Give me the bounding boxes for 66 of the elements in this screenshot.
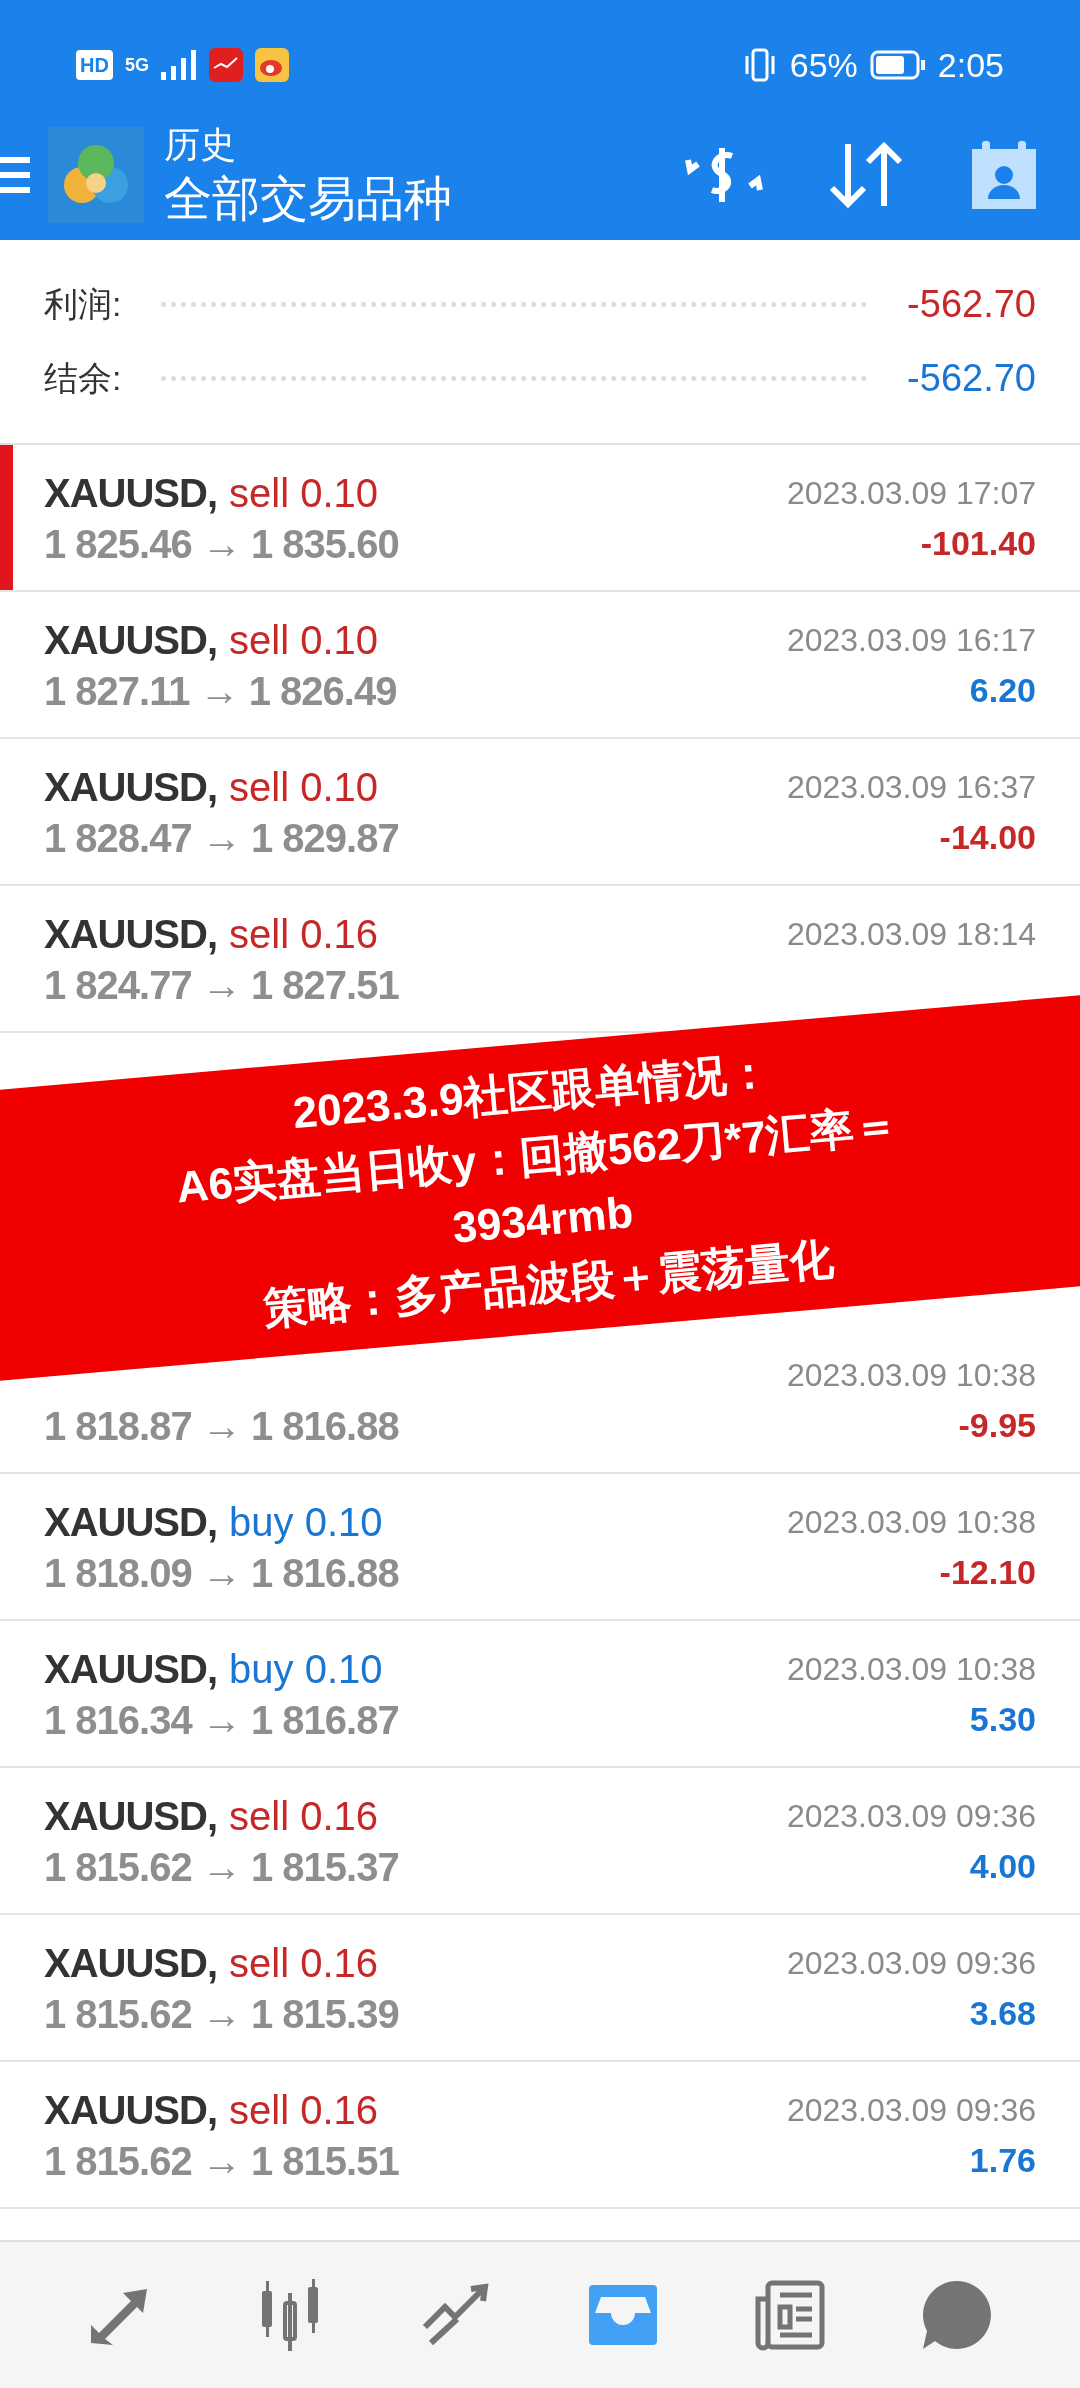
trade-type: sell 0.10 <box>229 616 378 664</box>
profit: -101.40 <box>920 523 1036 564</box>
trade-type: buy 0.10 <box>229 1498 383 1546</box>
trade-time: 2023.03.09 16:37 <box>786 767 1036 807</box>
symbol: XAUUSD, <box>44 469 218 517</box>
clock: 2:05 <box>937 44 1004 86</box>
battery-percent: 65% <box>789 44 858 86</box>
signal-icon <box>160 50 197 80</box>
price-range: 1 818.09 → 1 816.88 <box>44 1549 399 1597</box>
network-type: 5G <box>124 53 149 77</box>
price-range: 1 815.62 → 1 815.39 <box>44 1990 399 2038</box>
symbol: XAUUSD, <box>44 1939 218 1987</box>
trade-time: 2023.03.09 10:38 <box>786 1355 1036 1395</box>
profit: -12.10 <box>939 1552 1036 1593</box>
symbol: XAUUSD, <box>44 1498 218 1546</box>
trade-time: 2023.03.09 16:17 <box>786 620 1036 660</box>
summary-value: -562.70 <box>907 356 1036 401</box>
price-range: 1 828.47 → 1 829.87 <box>44 814 399 862</box>
trade-type: sell 0.16 <box>229 910 378 958</box>
trade-time: 2023.03.09 18:14 <box>786 914 1036 954</box>
symbol: XAUUSD, <box>44 2086 218 2134</box>
chat-icon[interactable] <box>920 2279 993 2351</box>
symbol: XAUUSD, <box>44 1792 218 1840</box>
price-range: 1 824.77 → 1 827.51 <box>44 961 399 1009</box>
profit: -14.00 <box>939 817 1036 858</box>
trade-type: buy 0.10 <box>229 1645 383 1693</box>
screen-title: 历史 <box>164 127 237 163</box>
symbol: XAUUSD, <box>44 910 218 958</box>
trade-time: 2023.03.09 09:36 <box>786 2090 1036 2130</box>
trade-type: sell 0.10 <box>229 469 378 517</box>
price-range: 1 818.87 → 1 816.88 <box>44 1402 399 1450</box>
hd-badge: HD <box>76 50 113 80</box>
trade-time: 2023.03.09 09:36 <box>786 1796 1036 1836</box>
trade-type: sell 0.10 <box>229 763 378 811</box>
symbol: XAUUSD, <box>44 1645 218 1693</box>
symbol: XAUUSD, <box>44 616 218 664</box>
summary-value: -562.70 <box>907 282 1036 327</box>
trade-time: 2023.03.09 09:36 <box>786 1943 1036 1983</box>
battery-icon <box>869 50 926 80</box>
inbox-icon[interactable] <box>587 2283 660 2347</box>
trade-time: 2023.03.09 10:38 <box>786 1502 1036 1542</box>
trade-time: 2023.03.09 10:38 <box>786 1649 1036 1689</box>
trade-type: sell 0.16 <box>229 1792 378 1840</box>
banner-text: 3934rmb <box>450 1187 636 1254</box>
trade-time: 2023.03.09 17:07 <box>786 473 1036 513</box>
news-icon[interactable] <box>753 2279 826 2351</box>
app-logo-icon <box>48 127 144 223</box>
app-icon <box>208 48 243 82</box>
price-range: 1 825.46 → 1 835.60 <box>44 520 399 568</box>
symbol-filter[interactable]: 全部交易品种 <box>164 175 452 223</box>
symbol: XAUUSD, <box>44 763 218 811</box>
profit: 5.30 <box>969 1699 1036 1740</box>
profit: 6.20 <box>969 670 1036 711</box>
app-icon <box>254 48 289 82</box>
trade-type: sell 0.16 <box>229 1939 378 1987</box>
price-range: 1 816.34 → 1 816.87 <box>44 1696 399 1744</box>
trade-type: sell 0.16 <box>229 2086 378 2134</box>
summary-label: 利润: <box>44 284 122 325</box>
price-range: 1 815.62 → 1 815.37 <box>44 1843 399 1891</box>
profit: 1.76 <box>969 2140 1036 2181</box>
profit: 3.68 <box>969 1993 1036 2034</box>
price-range: 1 815.62 → 1 815.51 <box>44 2137 399 2185</box>
profit: -9.95 <box>958 1405 1036 1446</box>
summary-label: 结余: <box>44 358 122 399</box>
price-range: 1 827.11 → 1 826.49 <box>44 667 397 715</box>
profit: 4.00 <box>969 1846 1036 1887</box>
